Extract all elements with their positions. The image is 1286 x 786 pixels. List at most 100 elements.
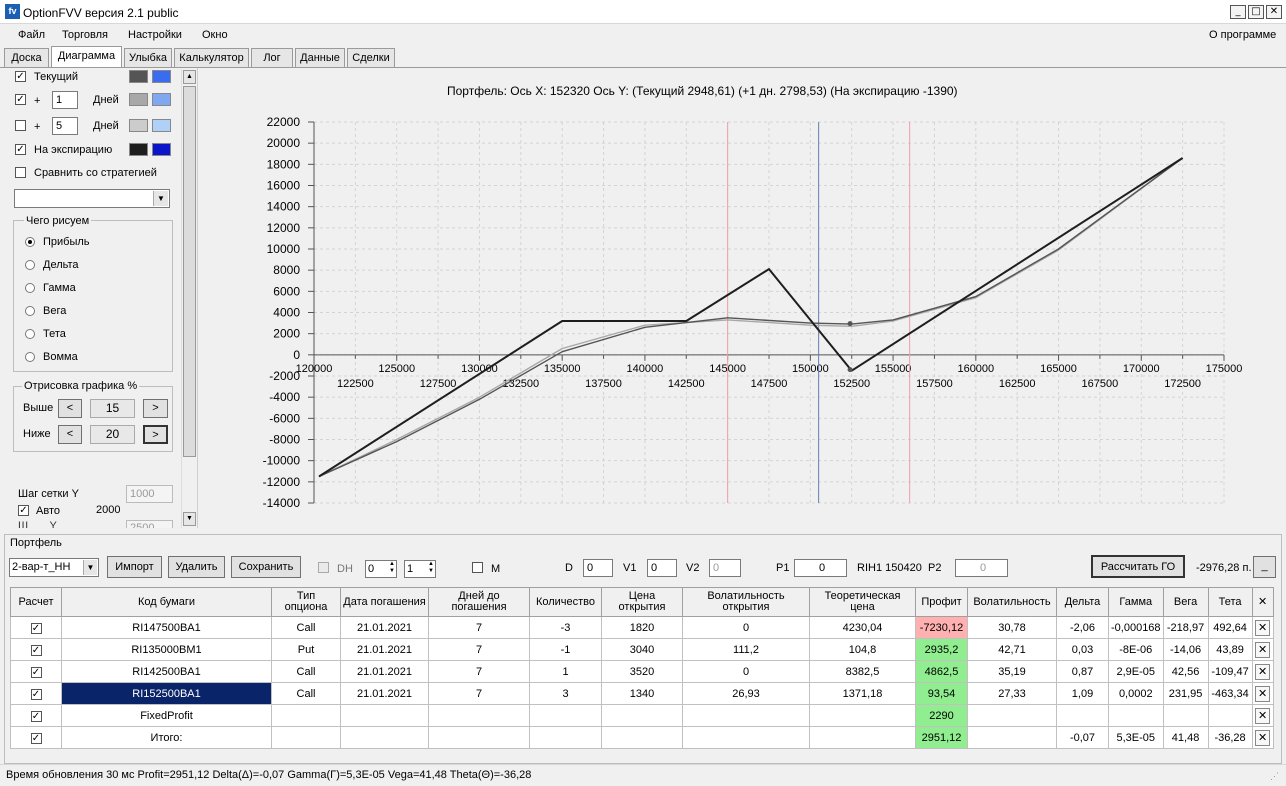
cell-type[interactable]: Call <box>271 660 341 683</box>
col-qty[interactable]: Количество <box>529 587 602 617</box>
cell-vol[interactable]: 42,71 <box>967 638 1057 661</box>
below-decrease-button[interactable]: < <box>58 425 82 444</box>
minimize-button[interactable]: _ <box>1230 5 1246 19</box>
compare-checkbox[interactable] <box>15 167 26 178</box>
tab-data[interactable]: Данные <box>295 48 345 67</box>
cell-vol[interactable]: 30,78 <box>967 616 1057 639</box>
cell-profit[interactable]: -7230,12 <box>915 616 968 639</box>
cell-type[interactable]: Call <box>271 682 341 705</box>
cell-theo[interactable] <box>809 726 916 749</box>
cell-delta[interactable] <box>1056 704 1109 727</box>
close-icon[interactable]: ✕ <box>1255 663 1271 680</box>
close-icon[interactable]: ✕ <box>1251 587 1274 617</box>
close-button[interactable]: ✕ <box>1266 5 1282 19</box>
cell-vol-open[interactable]: 111,2 <box>682 638 810 661</box>
scroll-up-icon[interactable]: ▲ <box>183 70 196 84</box>
current-color-a[interactable] <box>129 70 148 83</box>
col-days[interactable]: Дней до погашения <box>428 587 530 617</box>
row-checkbox[interactable]: ✓ <box>30 732 42 744</box>
table-row[interactable]: ✓ RI142500BA1 Call 21.01.2021 7 1 3520 0 8382,5 4… <box>10 660 1274 683</box>
dh-spin-2[interactable]: 1 ▲ ▼ <box>404 560 436 578</box>
remove-cell[interactable]: ✕ <box>1251 660 1274 683</box>
col-profit[interactable]: Профит <box>915 587 968 617</box>
cell-profit[interactable]: 2290 <box>915 704 968 727</box>
close-icon[interactable]: ✕ <box>1255 619 1271 636</box>
cell-vol[interactable] <box>967 726 1057 749</box>
col-type[interactable]: Тип опциона <box>271 587 341 617</box>
cell-days[interactable]: 7 <box>428 682 530 705</box>
cell-open[interactable]: 3040 <box>601 638 683 661</box>
cell-date[interactable] <box>340 704 429 727</box>
cell-open[interactable]: 1340 <box>601 682 683 705</box>
days1-input[interactable]: 1 <box>52 91 78 109</box>
tab-calculator[interactable]: Калькулятор <box>174 48 249 67</box>
cell-vega[interactable]: 41,48 <box>1162 726 1209 749</box>
cell-qty[interactable] <box>529 726 602 749</box>
cell-code[interactable]: RI142500BA1 <box>61 660 272 683</box>
menu-about[interactable]: О программе <box>1209 29 1276 41</box>
cell-code[interactable]: Итого: <box>61 726 272 749</box>
radio-gamma[interactable] <box>25 283 35 293</box>
col-code[interactable]: Код бумаги <box>61 587 272 617</box>
portfolio-select[interactable]: 2-вар-т_НН ▼ <box>9 558 99 577</box>
cell-code[interactable]: FixedProfit <box>61 704 272 727</box>
profit-chart[interactable]: 2200020000180001600014000120001000080006… <box>198 68 1282 528</box>
row-checkbox[interactable]: ✓ <box>30 622 42 634</box>
radio-delta[interactable] <box>25 260 35 270</box>
cell-qty[interactable]: -3 <box>529 616 602 639</box>
cell-open[interactable] <box>601 726 683 749</box>
row-checkbox[interactable]: ✓ <box>30 710 42 722</box>
remove-cell[interactable]: ✕ <box>1251 682 1274 705</box>
dh-spin-1[interactable]: 0 ▲ ▼ <box>365 560 397 578</box>
current-color-b[interactable] <box>152 70 171 83</box>
cell-theo[interactable]: 104,8 <box>809 638 916 661</box>
expiry-color-a[interactable] <box>129 143 148 156</box>
cell-theta[interactable]: -36,28 <box>1207 726 1253 749</box>
cell-days[interactable] <box>428 704 530 727</box>
auto-checkbox[interactable]: ✓ <box>18 505 29 516</box>
remove-cell[interactable]: ✕ <box>1251 616 1274 639</box>
spin-arrows-icon[interactable]: ▲ ▼ <box>428 561 434 575</box>
cell-delta[interactable]: -2,06 <box>1056 616 1109 639</box>
resize-grip-icon[interactable]: ⋰ <box>1270 771 1279 782</box>
cell-open[interactable] <box>601 704 683 727</box>
p1-input[interactable]: 0 <box>794 559 847 577</box>
cell-vol-open[interactable] <box>682 704 810 727</box>
cell-vega[interactable]: -14,06 <box>1162 638 1209 661</box>
days5-color-b[interactable] <box>152 119 171 132</box>
days5-checkbox[interactable] <box>15 120 26 131</box>
remove-cell[interactable]: ✕ <box>1251 726 1274 749</box>
cell-gamma[interactable]: 5,3E-05 <box>1108 726 1164 749</box>
cell-vega[interactable] <box>1162 704 1209 727</box>
scroll-down-icon[interactable]: ▼ <box>183 512 196 526</box>
spin-arrows-icon[interactable]: ▲ ▼ <box>389 561 395 575</box>
cell-vega[interactable]: 231,95 <box>1162 682 1209 705</box>
cell-theo[interactable]: 8382,5 <box>809 660 916 683</box>
col-vega[interactable]: Вега <box>1162 587 1209 617</box>
cell-days[interactable]: 7 <box>428 660 530 683</box>
table-row[interactable]: ✓ RI135000BM1 Put 21.01.2021 7 -1 3040 111,2 104… <box>10 638 1274 661</box>
cell-theta[interactable] <box>1207 704 1253 727</box>
cell-type[interactable] <box>271 704 341 727</box>
cell-qty[interactable] <box>529 704 602 727</box>
cell-theta[interactable]: -463,34 <box>1207 682 1253 705</box>
col-gamma[interactable]: Гамма <box>1108 587 1164 617</box>
cell-vol-open[interactable]: 0 <box>682 616 810 639</box>
expiry-checkbox[interactable]: ✓ <box>15 144 26 155</box>
radio-vega[interactable] <box>25 306 35 316</box>
maximize-button[interactable]: □ <box>1248 5 1264 19</box>
table-row[interactable]: ✓ RI152500BA1 Call 21.01.2021 7 3 1340 26,93 137… <box>10 682 1274 705</box>
cell-type[interactable]: Put <box>271 638 341 661</box>
cell-date[interactable]: 21.01.2021 <box>340 660 429 683</box>
import-button[interactable]: Импорт <box>107 556 162 578</box>
cell-qty[interactable]: 1 <box>529 660 602 683</box>
cell-vol[interactable]: 35,19 <box>967 660 1057 683</box>
cell-gamma[interactable]: 0,0002 <box>1108 682 1164 705</box>
cell-code[interactable]: RI147500BA1 <box>61 616 272 639</box>
above-increase-button[interactable]: > <box>143 399 168 418</box>
cell-date[interactable]: 21.01.2021 <box>340 616 429 639</box>
cell-gamma[interactable]: -0,000168 <box>1108 616 1164 639</box>
days5-input[interactable]: 5 <box>52 117 78 135</box>
cell-qty[interactable]: -1 <box>529 638 602 661</box>
strategy-select[interactable]: ▼ <box>14 189 170 208</box>
